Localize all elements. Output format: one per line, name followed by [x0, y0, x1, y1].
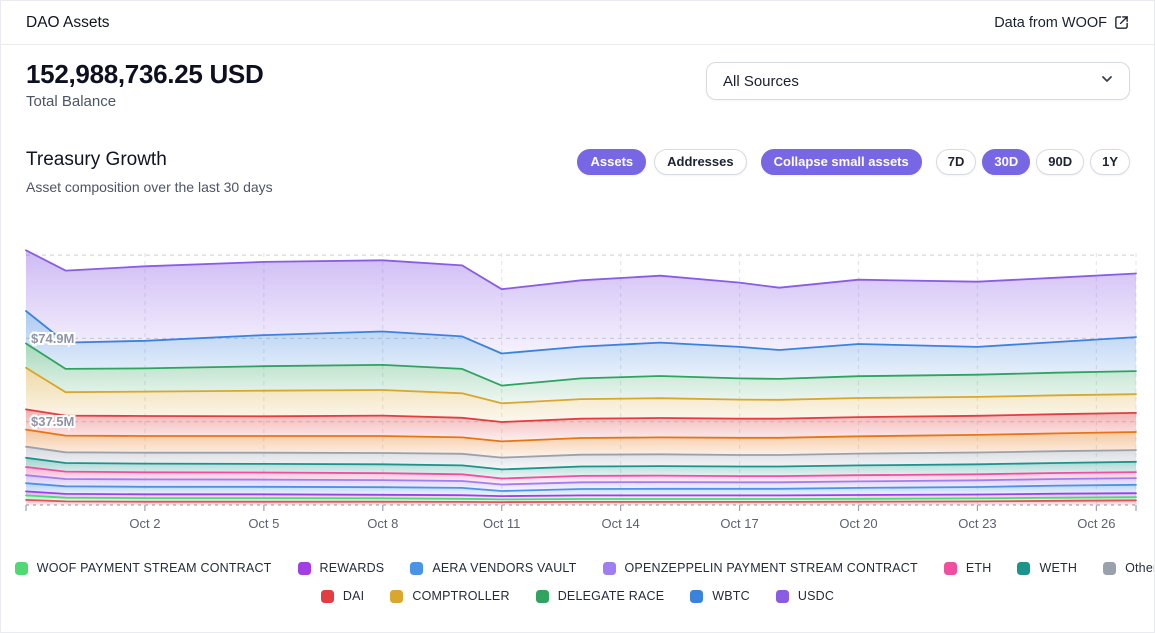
svg-text:Oct 23: Oct 23	[958, 516, 996, 531]
svg-text:Oct 26: Oct 26	[1077, 516, 1115, 531]
data-source-link-label: Data from WOOF	[994, 15, 1107, 31]
legend-swatch-icon	[776, 590, 789, 603]
legend-row: DAI COMPTROLLER DELEGATE RACE WBTC USDC	[1, 589, 1154, 603]
legend-swatch-icon	[690, 590, 703, 603]
svg-text:Oct 5: Oct 5	[248, 516, 279, 531]
treasury-stacked-area-chart[interactable]: Oct 2 Oct 5 Oct 8 Oct 11 Oct 14 Oct 17 Oct 20 O…	[1, 225, 1155, 535]
legend-label: DELEGATE RACE	[558, 589, 665, 603]
chevron-down-icon	[1099, 71, 1115, 92]
legend-label: AERA VENDORS VAULT	[432, 561, 576, 575]
data-source-link[interactable]: Data from WOOF	[994, 15, 1129, 31]
range-button-group: 7D 30D 90D 1Y	[936, 149, 1130, 175]
external-link-icon	[1114, 15, 1129, 30]
treasury-section-header: Treasury Growth Asset composition over t…	[1, 148, 1154, 195]
svg-text:Oct 11: Oct 11	[483, 516, 520, 531]
svg-text:Oct 2: Oct 2	[129, 516, 160, 531]
legend-swatch-icon	[944, 562, 957, 575]
legend-swatch-icon	[15, 562, 28, 575]
legend-label: WOOF PAYMENT STREAM CONTRACT	[37, 561, 272, 575]
svg-text:$74.9M: $74.9M	[31, 331, 74, 346]
legend-label: Other	[1125, 561, 1155, 575]
range-7d-button[interactable]: 7D	[936, 149, 977, 175]
svg-text:Oct 8: Oct 8	[367, 516, 398, 531]
range-90d-button[interactable]: 90D	[1036, 149, 1084, 175]
balance-block: 152,988,736.25 USD Total Balance	[26, 59, 263, 110]
legend-swatch-icon	[1017, 562, 1030, 575]
dao-assets-panel: DAO Assets Data from WOOF 152,988,736.25…	[0, 0, 1155, 633]
svg-text:Oct 20: Oct 20	[839, 516, 877, 531]
legend-swatch-icon	[321, 590, 334, 603]
legend-item[interactable]: DELEGATE RACE	[536, 589, 665, 603]
treasury-chart-wrap: Oct 2 Oct 5 Oct 8 Oct 11 Oct 14 Oct 17 Oct 20 O…	[1, 225, 1154, 535]
chart-toolbar: Assets Addresses Collapse small assets 7…	[577, 149, 1130, 175]
legend: MANTLEWOOF PAYMENT STREAM CONTRACTREWARD…	[1, 561, 1154, 603]
legend-label: WETH	[1039, 561, 1077, 575]
total-balance-label: Total Balance	[26, 93, 263, 110]
treasury-heading-block: Treasury Growth Asset composition over t…	[26, 148, 273, 195]
legend-label: OPENZEPPELIN PAYMENT STREAM CONTRACT	[625, 561, 918, 575]
legend-swatch-icon	[536, 590, 549, 603]
legend-swatch-icon	[603, 562, 616, 575]
legend-item[interactable]: ETH	[944, 561, 992, 575]
legend-swatch-icon	[1103, 562, 1116, 575]
legend-item[interactable]: Other	[1103, 561, 1155, 575]
legend-item[interactable]: REWARDS	[298, 561, 385, 575]
panel-header: DAO Assets Data from WOOF	[1, 1, 1154, 45]
assets-toggle-button[interactable]: Assets	[577, 149, 646, 175]
range-1y-button[interactable]: 1Y	[1090, 149, 1130, 175]
treasury-title: Treasury Growth	[26, 148, 273, 172]
legend-row: MANTLEWOOF PAYMENT STREAM CONTRACTREWARD…	[1, 561, 1154, 575]
legend-label: ETH	[966, 561, 992, 575]
legend-swatch-icon	[390, 590, 403, 603]
legend-swatch-icon	[410, 562, 423, 575]
legend-item[interactable]: USDC	[776, 589, 834, 603]
legend-label: USDC	[798, 589, 834, 603]
legend-item[interactable]: COMPTROLLER	[390, 589, 509, 603]
balance-section: 152,988,736.25 USD Total Balance All Sou…	[1, 45, 1154, 110]
range-30d-button[interactable]: 30D	[982, 149, 1030, 175]
legend-label: WBTC	[712, 589, 750, 603]
treasury-subtitle: Asset composition over the last 30 days	[26, 179, 273, 195]
legend-item[interactable]: WETH	[1017, 561, 1077, 575]
svg-text:$37.5M: $37.5M	[31, 414, 74, 429]
legend-label: COMPTROLLER	[412, 589, 509, 603]
total-balance-value: 152,988,736.25 USD	[26, 59, 263, 89]
legend-item[interactable]: OPENZEPPELIN PAYMENT STREAM CONTRACT	[603, 561, 918, 575]
svg-text:Oct 17: Oct 17	[720, 516, 758, 531]
addresses-toggle-button[interactable]: Addresses	[654, 149, 746, 175]
sources-dropdown-value: All Sources	[723, 73, 799, 90]
legend-label: REWARDS	[320, 561, 385, 575]
legend-item[interactable]: AERA VENDORS VAULT	[410, 561, 576, 575]
page-title: DAO Assets	[26, 14, 110, 32]
legend-item[interactable]: WOOF PAYMENT STREAM CONTRACT	[15, 561, 272, 575]
sources-dropdown[interactable]: All Sources	[706, 62, 1130, 100]
legend-item[interactable]: DAI	[321, 589, 364, 603]
svg-text:Oct 14: Oct 14	[601, 516, 639, 531]
legend-item[interactable]: WBTC	[690, 589, 750, 603]
collapse-small-assets-button[interactable]: Collapse small assets	[761, 149, 922, 175]
legend-swatch-icon	[298, 562, 311, 575]
legend-label: DAI	[343, 589, 364, 603]
